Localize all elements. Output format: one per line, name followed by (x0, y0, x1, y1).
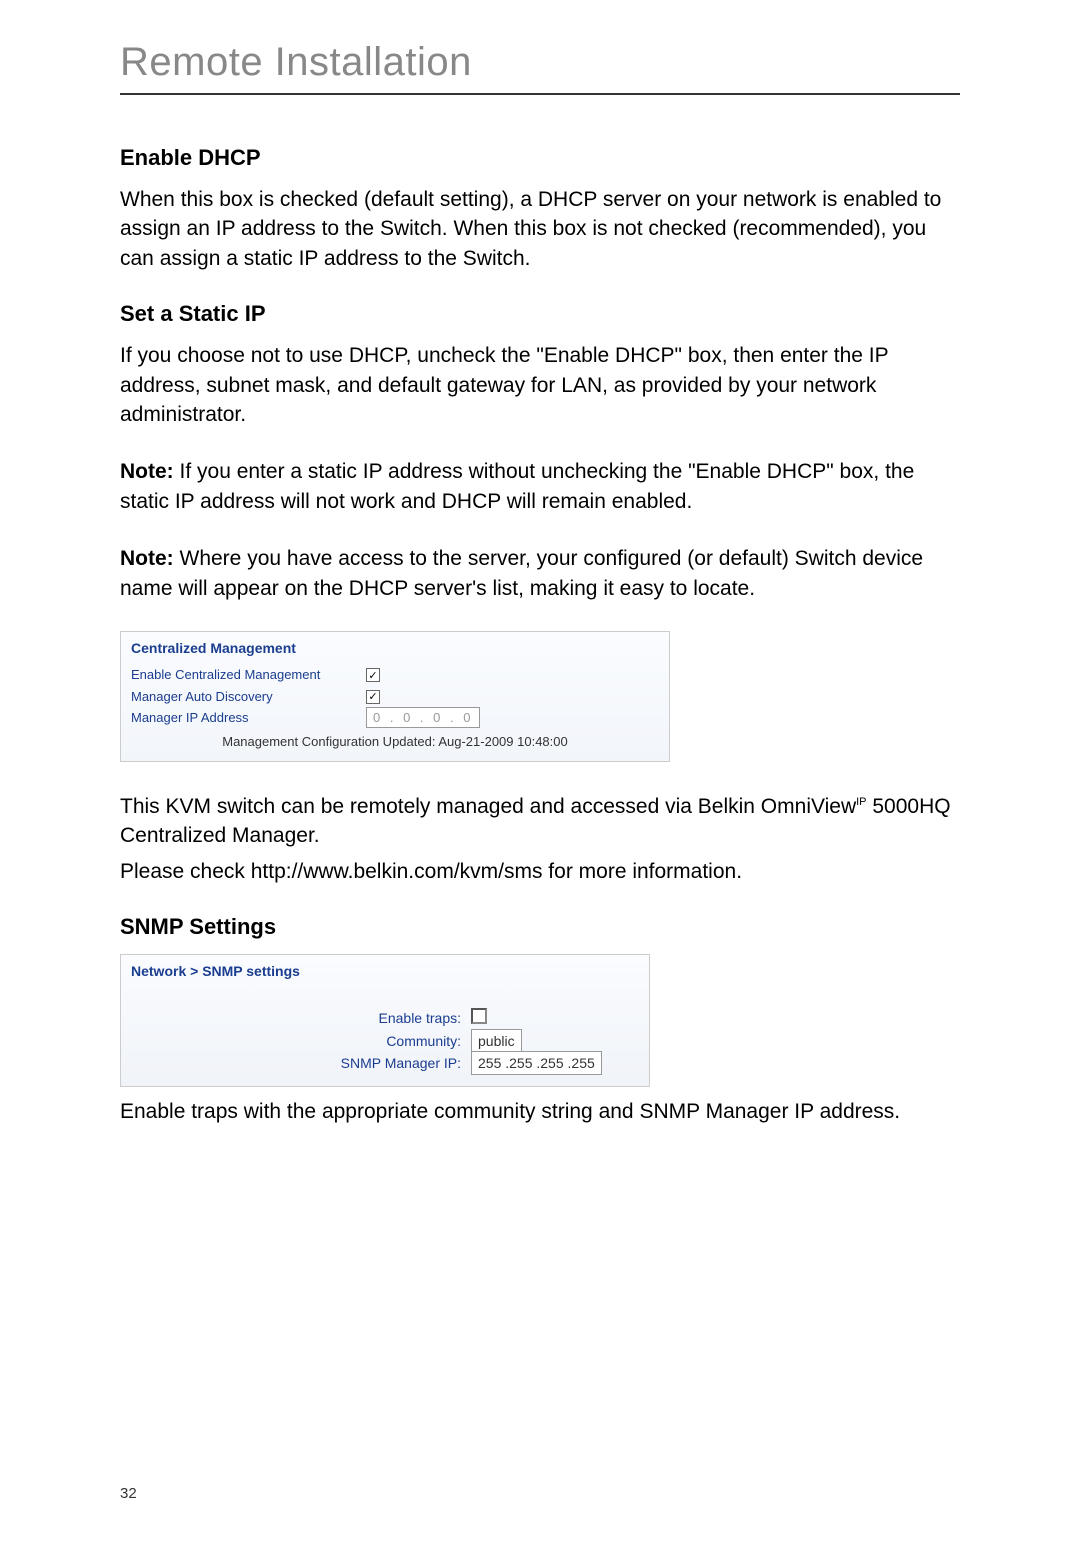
text-snmp-footer: Enable traps with the appropriate commun… (120, 1097, 960, 1126)
input-community[interactable]: public (471, 1029, 522, 1053)
heading-snmp: SNMP Settings (120, 914, 960, 940)
superscript-ip: IP (856, 796, 866, 808)
input-manager-ip[interactable]: 0 . 0 . 0 . 0 (366, 707, 480, 728)
checkbox-auto-discovery[interactable]: ✓ (366, 688, 659, 704)
page-number: 32 (120, 1485, 137, 1502)
note-label: Note: (120, 460, 174, 483)
label-enable-traps: Enable traps: (131, 1010, 471, 1026)
label-community: Community: (131, 1033, 471, 1049)
page-title: Remote Installation (120, 40, 960, 85)
row-snmp-manager: SNMP Manager IP: 255 .255 .255 .255 (121, 1052, 649, 1074)
title-divider (120, 93, 960, 95)
row-manager-ip: Manager IP Address 0 . 0 . 0 . 0 (121, 707, 669, 728)
text-segment: This KVM switch can be remotely managed … (120, 795, 856, 818)
heading-enable-dhcp: Enable DHCP (120, 145, 960, 171)
note-static-ip-1: Note: If you enter a static IP address w… (120, 457, 960, 516)
heading-static-ip: Set a Static IP (120, 301, 960, 327)
checkbox-enable-centralized[interactable]: ✓ (366, 667, 659, 683)
panel-footer-text: Management Configuration Updated: Aug-21… (121, 728, 669, 761)
row-enable-centralized: Enable Centralized Management ✓ (121, 664, 669, 686)
panel-centralized-management: Centralized Management Enable Centralize… (120, 631, 670, 762)
checkbox-enable-traps[interactable] (471, 1008, 487, 1024)
note-text: If you enter a static IP address without… (120, 460, 914, 512)
label-snmp-manager: SNMP Manager IP: (131, 1055, 471, 1071)
row-enable-traps: Enable traps: (121, 1005, 649, 1030)
label-auto-discovery: Manager Auto Discovery (131, 689, 366, 704)
row-community: Community: public (121, 1030, 649, 1052)
text-kvm-1: This KVM switch can be remotely managed … (120, 792, 960, 851)
label-enable-centralized: Enable Centralized Management (131, 667, 366, 682)
row-auto-discovery: Manager Auto Discovery ✓ (121, 685, 669, 707)
input-snmp-manager[interactable]: 255 .255 .255 .255 (471, 1051, 602, 1075)
note-static-ip-2: Note: Where you have access to the serve… (120, 544, 960, 603)
text-kvm-2: Please check http://www.belkin.com/kvm/s… (120, 857, 960, 886)
panel-title: Centralized Management (121, 632, 669, 664)
note-text: Where you have access to the server, you… (120, 547, 923, 599)
note-label: Note: (120, 547, 174, 570)
label-manager-ip: Manager IP Address (131, 710, 366, 725)
text-static-ip: If you choose not to use DHCP, uncheck t… (120, 341, 960, 429)
panel-snmp-settings: Network > SNMP settings Enable traps: Co… (120, 954, 650, 1087)
text-enable-dhcp: When this box is checked (default settin… (120, 185, 960, 273)
panel-title-snmp: Network > SNMP settings (121, 955, 649, 1005)
